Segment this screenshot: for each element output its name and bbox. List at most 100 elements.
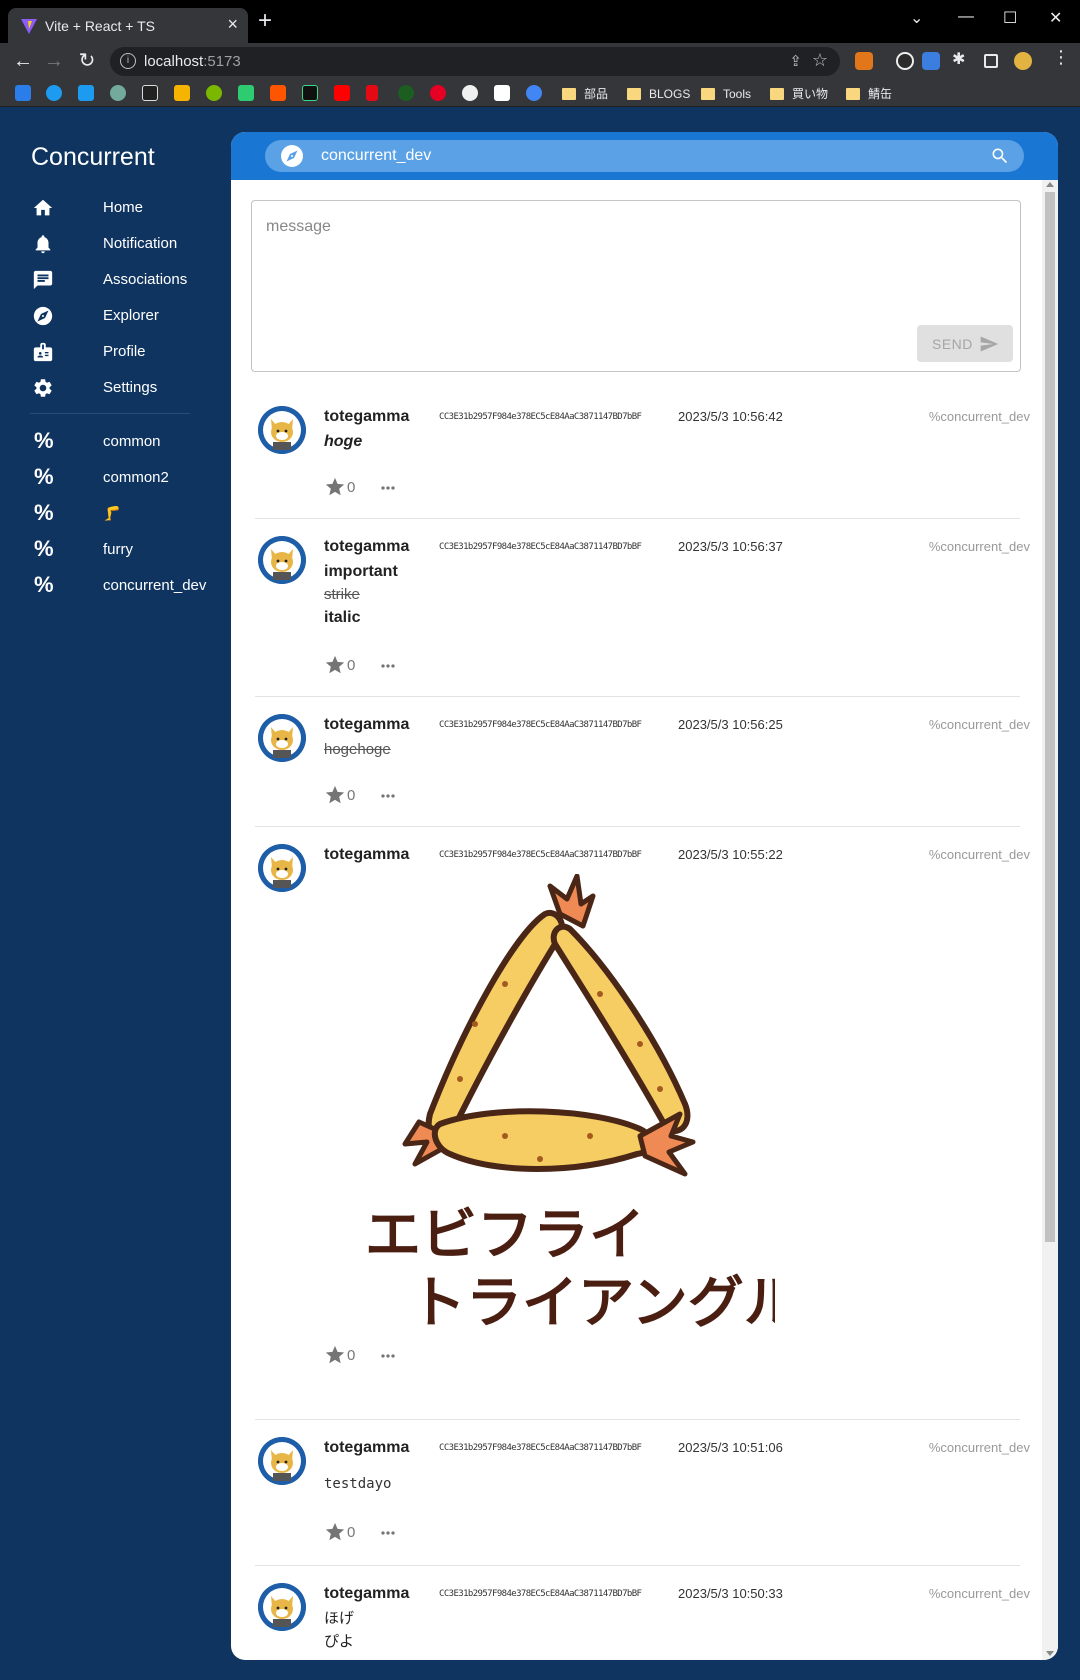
- message-stream-link[interactable]: %concurrent_dev: [929, 847, 1030, 862]
- soundcloud-bookmark-icon[interactable]: [270, 85, 286, 101]
- stream-common2[interactable]: % common2: [30, 463, 230, 493]
- scrollbar-thumb[interactable]: [1045, 192, 1055, 1242]
- search-input[interactable]: concurrent_dev: [321, 147, 431, 165]
- star-icon[interactable]: [324, 1344, 346, 1366]
- close-tab-icon[interactable]: ×: [227, 14, 238, 35]
- search-icon[interactable]: [990, 146, 1010, 166]
- star-icon[interactable]: [324, 654, 346, 676]
- bookmark-icon[interactable]: [142, 85, 158, 101]
- minimize-button[interactable]: —: [958, 8, 974, 26]
- bookmark-icon[interactable]: [398, 85, 414, 101]
- url-text[interactable]: localhost:5173: [144, 53, 241, 70]
- star-icon[interactable]: [324, 784, 346, 806]
- stream-label: concurrent_dev: [103, 577, 207, 594]
- nav-explorer[interactable]: Explorer: [30, 301, 230, 331]
- browser-tab[interactable]: Vite + React + TS ×: [8, 8, 248, 43]
- bookmark-folder[interactable]: 部品: [562, 85, 608, 103]
- nav-settings[interactable]: Settings: [30, 373, 230, 403]
- star-icon[interactable]: [324, 476, 346, 498]
- k-extension-icon[interactable]: [922, 52, 940, 70]
- user-avatar[interactable]: [258, 406, 306, 454]
- nav-associations[interactable]: Associations: [30, 265, 230, 295]
- share-icon[interactable]: ⇪: [789, 52, 802, 70]
- bookmark-icon[interactable]: [526, 85, 542, 101]
- back-icon[interactable]: ←: [10, 48, 36, 74]
- youtube-bookmark-icon[interactable]: [334, 85, 350, 101]
- message-stream-link[interactable]: %concurrent_dev: [929, 409, 1030, 424]
- address-bar[interactable]: i localhost:5173 ⇪ ☆: [110, 47, 840, 76]
- bookmark-icon[interactable]: [174, 85, 190, 101]
- twitter-bookmark-icon[interactable]: [46, 85, 62, 101]
- message-author[interactable]: totegamma: [324, 1439, 409, 1457]
- message-author[interactable]: totegamma: [324, 716, 409, 734]
- reload-icon[interactable]: ↻: [74, 48, 100, 74]
- message-timestamp: 2023/5/3 10:56:25: [678, 717, 783, 732]
- message-author[interactable]: totegamma: [324, 408, 409, 426]
- message-icon: [32, 269, 54, 291]
- scroll-down-arrow[interactable]: [1046, 1651, 1054, 1656]
- pinterest-bookmark-icon[interactable]: [430, 85, 446, 101]
- browser-menu-icon[interactable]: ⋮: [1052, 47, 1070, 67]
- extension-icon[interactable]: [896, 52, 914, 70]
- timeline-panel: concurrent_dev message SEND totegamma CC…: [231, 132, 1058, 1660]
- profile-avatar[interactable]: [1014, 52, 1032, 70]
- stream-common[interactable]: % common: [30, 427, 230, 457]
- message-author[interactable]: totegamma: [324, 846, 409, 864]
- message-author[interactable]: totegamma: [324, 1585, 409, 1603]
- side-panel-icon[interactable]: [984, 54, 998, 68]
- scroll-up-arrow[interactable]: [1046, 182, 1054, 187]
- stream-furry[interactable]: % furry: [30, 535, 230, 565]
- tab-search-icon[interactable]: ⌄: [910, 8, 923, 28]
- new-tab-button[interactable]: +: [258, 9, 272, 33]
- bookmark-folder[interactable]: BLOGS: [627, 85, 690, 103]
- fried-shrimp-triangle-image[interactable]: エビフライ トライアングル: [355, 874, 775, 1354]
- message-composer[interactable]: message SEND: [251, 200, 1021, 372]
- app-title[interactable]: Concurrent: [31, 143, 155, 172]
- chatgpt-bookmark-icon[interactable]: [110, 85, 126, 101]
- twitter-bookmark-icon[interactable]: [78, 85, 94, 101]
- stream-search-bar[interactable]: concurrent_dev: [265, 140, 1024, 172]
- more-horiz-icon[interactable]: [377, 1523, 399, 1543]
- bookmark-icon[interactable]: [15, 85, 31, 101]
- nav-profile[interactable]: Profile: [30, 337, 230, 367]
- nav-home[interactable]: Home: [30, 193, 230, 223]
- maximize-button[interactable]: ☐: [1003, 8, 1017, 28]
- message-input[interactable]: message: [266, 218, 331, 236]
- send-button[interactable]: SEND: [917, 325, 1013, 362]
- github-bookmark-icon[interactable]: [462, 85, 478, 101]
- stream-concurrent-dev[interactable]: % concurrent_dev: [30, 571, 230, 601]
- bookmark-folder[interactable]: 買い物: [770, 85, 828, 103]
- netflix-bookmark-icon[interactable]: [366, 85, 378, 101]
- message-stream-link[interactable]: %concurrent_dev: [929, 539, 1030, 554]
- more-horiz-icon[interactable]: [377, 786, 399, 806]
- bookmark-folder[interactable]: 鯖缶: [846, 85, 892, 103]
- user-avatar[interactable]: [258, 536, 306, 584]
- message-stream-link[interactable]: %concurrent_dev: [929, 1440, 1030, 1455]
- more-horiz-icon[interactable]: [377, 656, 399, 676]
- more-horiz-icon[interactable]: [377, 1346, 399, 1366]
- message-address: CC3E31b2957F984e378EC5cE84AaC3871147BD7b…: [439, 1443, 642, 1453]
- user-avatar[interactable]: [258, 714, 306, 762]
- bookmark-star-icon[interactable]: ☆: [812, 50, 828, 71]
- nav-notification[interactable]: Notification: [30, 229, 230, 259]
- site-info-icon[interactable]: i: [120, 53, 136, 69]
- bookmark-icon[interactable]: [238, 85, 254, 101]
- extensions-puzzle-icon[interactable]: ✱: [952, 49, 970, 68]
- stream-leg[interactable]: % 🦵: [30, 499, 230, 529]
- close-window-button[interactable]: ✕: [1049, 8, 1062, 28]
- message-stream-link[interactable]: %concurrent_dev: [929, 1586, 1030, 1601]
- more-horiz-icon[interactable]: [377, 478, 399, 498]
- user-avatar[interactable]: [258, 844, 306, 892]
- scrollbar[interactable]: [1042, 180, 1058, 1660]
- bookmark-icon[interactable]: [206, 85, 222, 101]
- forward-icon[interactable]: →: [41, 48, 67, 74]
- message-author[interactable]: totegamma: [324, 538, 409, 556]
- user-avatar[interactable]: [258, 1583, 306, 1631]
- bookmark-folder[interactable]: Tools: [701, 85, 751, 103]
- metamask-extension-icon[interactable]: [855, 52, 873, 70]
- message-stream-link[interactable]: %concurrent_dev: [929, 717, 1030, 732]
- bookmark-icon[interactable]: [302, 85, 318, 101]
- user-avatar[interactable]: [258, 1437, 306, 1485]
- amazon-bookmark-icon[interactable]: [494, 85, 510, 101]
- star-icon[interactable]: [324, 1521, 346, 1543]
